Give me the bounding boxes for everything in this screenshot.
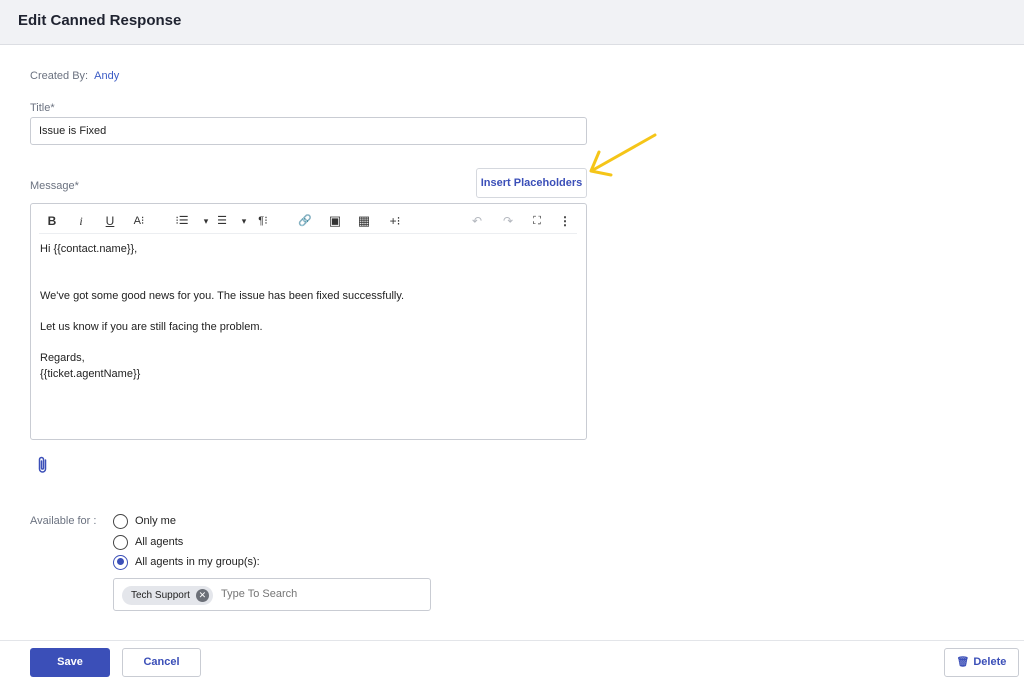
table-icon[interactable]: ▦ [356, 211, 372, 231]
link-icon[interactable]: 🔗 [297, 211, 313, 231]
radio-all-agents-in-groups[interactable]: All agents in my group(s): [113, 553, 260, 571]
message-editor[interactable]: B i U A⁝ ⁝☰ ▾ ☰ ▾ ¶⁝ 🔗 ▣ ▦ +⁝ ↶ ↷ ⛶ ⋮ Hi… [30, 203, 587, 440]
undo-icon[interactable]: ↶ [469, 211, 485, 231]
bullet-list-button[interactable]: ☰ [214, 211, 230, 231]
created-by-author: Andy [94, 70, 120, 82]
group-chip: Tech Support ✕ [122, 586, 213, 605]
italic-button[interactable]: i [73, 211, 89, 231]
bold-button[interactable]: B [44, 211, 60, 231]
message-greeting: Hi {{contact.name}}, [40, 243, 138, 255]
message-line: We've got some good news for you. The is… [40, 290, 405, 302]
insert-placeholders-button[interactable]: Insert Placeholders [476, 168, 587, 198]
group-selector[interactable]: Tech Support ✕ [113, 578, 431, 611]
paragraph-format-button[interactable]: ¶⁝ [255, 211, 271, 231]
annotation-arrow-icon [589, 133, 657, 177]
message-label: Message* [30, 180, 79, 192]
attachment-icon[interactable] [36, 455, 50, 475]
underline-button[interactable]: U [102, 211, 118, 231]
radio-all-agents[interactable]: All agents [113, 533, 183, 551]
more-options-icon[interactable]: ⋮ [557, 211, 573, 231]
image-icon[interactable]: ▣ [327, 211, 343, 231]
message-signature: {{ticket.agentName}} [40, 368, 141, 380]
ordered-list-button[interactable]: ⁝☰ [174, 211, 190, 231]
radio-button[interactable] [113, 513, 128, 529]
message-closing: Regards, [40, 352, 85, 364]
title-input[interactable]: Issue is Fixed [30, 117, 587, 145]
radio-label: All agents [135, 536, 184, 548]
trash-icon: 🗑 [956, 657, 970, 668]
ordered-list-caret-icon[interactable]: ▾ [198, 211, 214, 231]
available-for-label: Available for : [30, 515, 97, 527]
editor-toolbar: B i U A⁝ ⁝☰ ▾ ☰ ▾ ¶⁝ 🔗 ▣ ▦ +⁝ ↶ ↷ ⛶ ⋮ [39, 208, 577, 234]
cancel-button[interactable]: Cancel [122, 648, 201, 677]
page-header: Edit Canned Response [0, 0, 1024, 45]
delete-label: Delete [973, 656, 1007, 668]
message-line: Let us know if you are still facing the … [40, 321, 263, 333]
redo-icon[interactable]: ↷ [500, 211, 516, 231]
fullscreen-icon[interactable]: ⛶ [529, 211, 545, 231]
title-label: Title* [30, 102, 55, 114]
group-chip-label: Tech Support [131, 590, 190, 601]
radio-button-selected[interactable] [113, 554, 128, 570]
insert-more-icon[interactable]: +⁝ [387, 211, 403, 231]
radio-label: Only me [135, 515, 176, 527]
radio-button[interactable] [113, 534, 128, 550]
remove-chip-icon[interactable]: ✕ [195, 589, 209, 602]
editor-content[interactable]: Hi {{contact.name}}, We've got some good… [40, 241, 404, 382]
radio-label: All agents in my group(s): [135, 556, 260, 568]
created-by: Created By: Andy [30, 70, 119, 82]
bullet-list-caret-icon[interactable]: ▾ [236, 211, 252, 231]
created-by-label: Created By: [30, 70, 89, 82]
font-size-button[interactable]: A⁝ [131, 211, 147, 231]
radio-only-me[interactable]: Only me [113, 512, 176, 530]
save-button[interactable]: Save [30, 648, 110, 677]
page-title: Edit Canned Response [18, 12, 182, 29]
group-search-input[interactable] [221, 588, 401, 600]
delete-button[interactable]: 🗑 Delete [944, 648, 1019, 677]
